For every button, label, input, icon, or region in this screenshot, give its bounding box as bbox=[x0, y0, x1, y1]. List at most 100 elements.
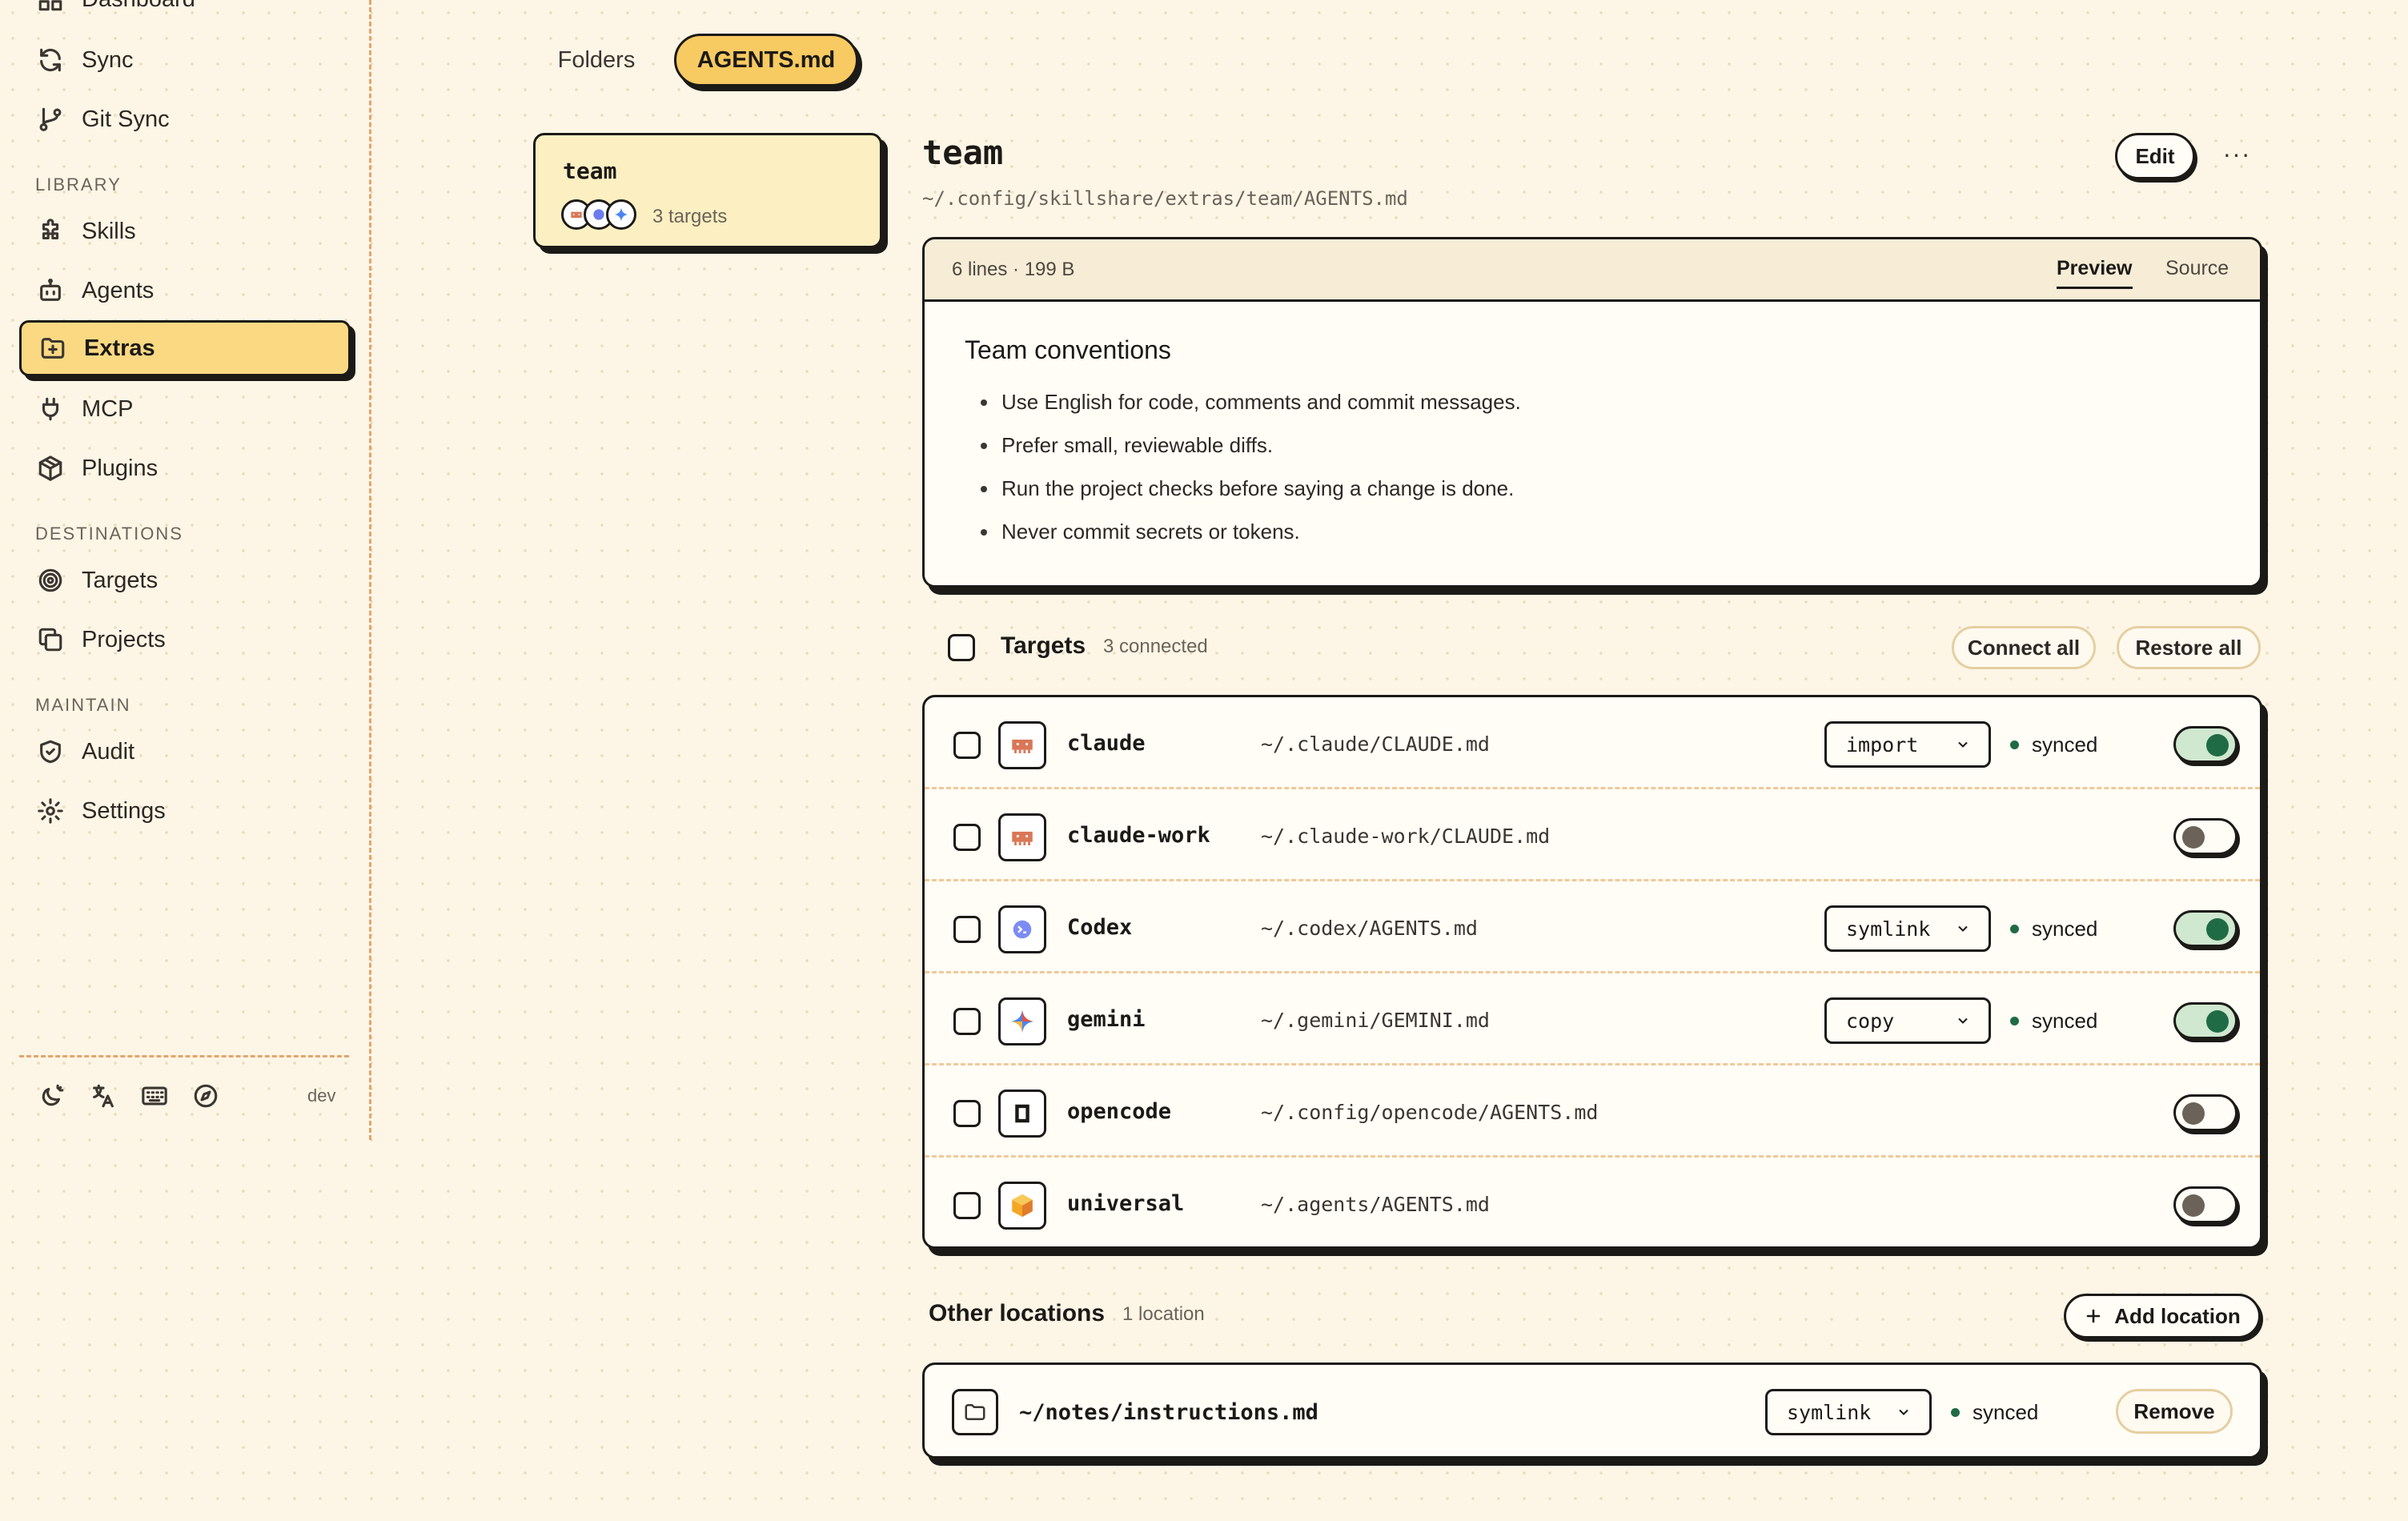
target-name: gemini bbox=[1067, 1007, 1146, 1032]
list-item: Use English for code, comments and commi… bbox=[981, 388, 1521, 431]
chevron-down-icon bbox=[1899, 1409, 1908, 1415]
git-branch-icon bbox=[39, 107, 62, 131]
gemini-icon bbox=[998, 997, 1046, 1045]
status-dot bbox=[2010, 740, 2019, 749]
select-all-targets-checkbox[interactable] bbox=[948, 634, 975, 661]
target-path: ~/.agents/AGENTS.md bbox=[1261, 1193, 1490, 1216]
targets-count: 3 connected bbox=[1103, 636, 1208, 657]
edit-button[interactable]: Edit bbox=[2115, 133, 2195, 179]
sidebar-item-projects[interactable]: Projects bbox=[19, 612, 351, 668]
preview-list: Use English for code, comments and commi… bbox=[981, 388, 1521, 561]
theme-icon bbox=[42, 1084, 64, 1106]
file-list-item-name: team bbox=[563, 158, 617, 184]
sync-mode-select[interactable]: import bbox=[1824, 721, 1991, 768]
target-avatars bbox=[561, 199, 636, 230]
row-checkbox[interactable] bbox=[953, 916, 981, 943]
sidebar-item-agents[interactable]: Agents bbox=[19, 263, 351, 319]
target-toggle[interactable] bbox=[2173, 818, 2237, 855]
target-name: claude-work bbox=[1067, 823, 1210, 848]
sidebar-item-skills[interactable]: Skills bbox=[19, 203, 351, 259]
sync-mode-select[interactable]: symlink bbox=[1765, 1389, 1932, 1435]
row-checkbox[interactable] bbox=[953, 1100, 981, 1127]
target-toggle[interactable] bbox=[2173, 910, 2237, 947]
status-dot bbox=[1951, 1408, 1960, 1417]
status-badge: synced bbox=[1951, 1400, 2038, 1425]
section-title-maintain: MAINTAIN bbox=[35, 695, 131, 715]
target-path: ~/.claude-work/CLAUDE.md bbox=[1261, 825, 1551, 848]
package-icon bbox=[38, 455, 62, 481]
gear-icon bbox=[38, 798, 63, 824]
section-title-destinations: DESTINATIONS bbox=[35, 524, 183, 544]
sync-icon bbox=[40, 48, 61, 72]
sidebar-item-mcp[interactable]: MCP bbox=[19, 381, 351, 437]
sidebar-footer-divider bbox=[19, 1055, 349, 1057]
translate-icon bbox=[93, 1084, 114, 1108]
table-row: claude-work ~/.claude-work/CLAUDE.md bbox=[925, 789, 2260, 881]
language-button[interactable] bbox=[90, 1082, 117, 1110]
targets-table: claude ~/.claude/CLAUDE.md import synced… bbox=[922, 695, 2262, 1249]
target-toggle[interactable] bbox=[2173, 1186, 2237, 1223]
connect-all-button[interactable]: Connect all bbox=[1952, 626, 2096, 669]
target-toggle[interactable] bbox=[2173, 1094, 2237, 1131]
chevron-down-icon bbox=[1958, 1017, 1968, 1024]
file-list-item[interactable]: team 3 targets bbox=[533, 133, 882, 248]
preview-toolbar: 6 lines · 199 B Preview Source bbox=[925, 239, 2260, 302]
row-checkbox[interactable] bbox=[953, 732, 981, 759]
target-path: ~/.gemini/GEMINI.md bbox=[1261, 1009, 1490, 1032]
sidebar-item-dashboard[interactable]: Dashboard bbox=[19, 0, 351, 27]
tab-folders[interactable]: Folders bbox=[544, 34, 648, 86]
target-name: opencode bbox=[1067, 1099, 1172, 1124]
plus-icon bbox=[2086, 1309, 2101, 1323]
more-options-button[interactable]: ··· bbox=[2221, 138, 2253, 170]
status-text: synced bbox=[2032, 917, 2098, 941]
sidebar-item-label: Dashboard bbox=[82, 0, 195, 13]
row-checkbox[interactable] bbox=[953, 824, 981, 851]
tour-button[interactable] bbox=[192, 1082, 219, 1110]
add-location-button[interactable]: Add location bbox=[2064, 1294, 2261, 1338]
table-row: claude ~/.claude/CLAUDE.md import synced bbox=[925, 697, 2260, 789]
theme-toggle-button[interactable] bbox=[38, 1082, 66, 1110]
target-path: ~/.claude/CLAUDE.md bbox=[1261, 732, 1490, 756]
opencode-icon bbox=[998, 1090, 1046, 1138]
compass-icon bbox=[194, 1084, 218, 1108]
target-toggle[interactable] bbox=[2173, 1002, 2237, 1039]
list-item: Never commit secrets or tokens. bbox=[981, 518, 1521, 561]
file-path: ~/.config/skillshare/extras/team/AGENTS.… bbox=[922, 187, 1408, 210]
sidebar-item-extras[interactable]: Extras bbox=[19, 320, 351, 376]
sync-mode-select[interactable]: copy bbox=[1824, 997, 1991, 1044]
section-title-library: LIBRARY bbox=[35, 175, 122, 195]
keyboard-shortcuts-button[interactable] bbox=[141, 1082, 168, 1110]
sidebar-item-audit[interactable]: Audit bbox=[19, 724, 351, 780]
sidebar-item-git-sync[interactable]: Git Sync bbox=[19, 91, 351, 147]
tab-agents-md[interactable]: AGENTS.md bbox=[674, 34, 858, 86]
sync-mode-select[interactable]: symlink bbox=[1824, 905, 1991, 952]
target-toggle[interactable] bbox=[2173, 726, 2237, 763]
table-row: opencode ~/.config/opencode/AGENTS.md bbox=[925, 1066, 2260, 1158]
sidebar-item-label: Plugins bbox=[82, 455, 159, 481]
toggle-knob bbox=[2206, 918, 2229, 941]
sidebar-item-label: MCP bbox=[82, 395, 134, 422]
sidebar-item-plugins[interactable]: Plugins bbox=[19, 440, 351, 496]
chevron-down-icon bbox=[1958, 925, 1968, 932]
keyboard-icon bbox=[142, 1086, 167, 1106]
tab-source[interactable]: Source bbox=[2165, 257, 2229, 287]
toggle-knob bbox=[2206, 734, 2229, 756]
tab-preview[interactable]: Preview bbox=[2057, 257, 2133, 289]
sidebar-item-sync[interactable]: Sync bbox=[19, 32, 351, 88]
other-locations-count: 1 location bbox=[1122, 1303, 1205, 1325]
sidebar-item-label: Git Sync bbox=[82, 106, 170, 132]
status-text: synced bbox=[1973, 1400, 2039, 1424]
status-text: synced bbox=[2032, 1009, 2098, 1033]
sidebar-item-label: Audit bbox=[82, 738, 135, 765]
claude-icon bbox=[998, 721, 1046, 769]
remove-location-button[interactable]: Remove bbox=[2116, 1389, 2233, 1434]
sidebar-item-settings[interactable]: Settings bbox=[19, 783, 351, 839]
status-text: synced bbox=[2032, 732, 2098, 756]
table-row: gemini ~/.gemini/GEMINI.md copy synced bbox=[925, 973, 2260, 1066]
restore-all-button[interactable]: Restore all bbox=[2117, 626, 2261, 669]
row-checkbox[interactable] bbox=[953, 1192, 981, 1219]
row-checkbox[interactable] bbox=[953, 1008, 981, 1035]
sidebar-item-label: Skills bbox=[82, 218, 136, 244]
sidebar-item-targets[interactable]: Targets bbox=[19, 552, 351, 608]
sidebar-item-label: Extras bbox=[84, 335, 155, 361]
